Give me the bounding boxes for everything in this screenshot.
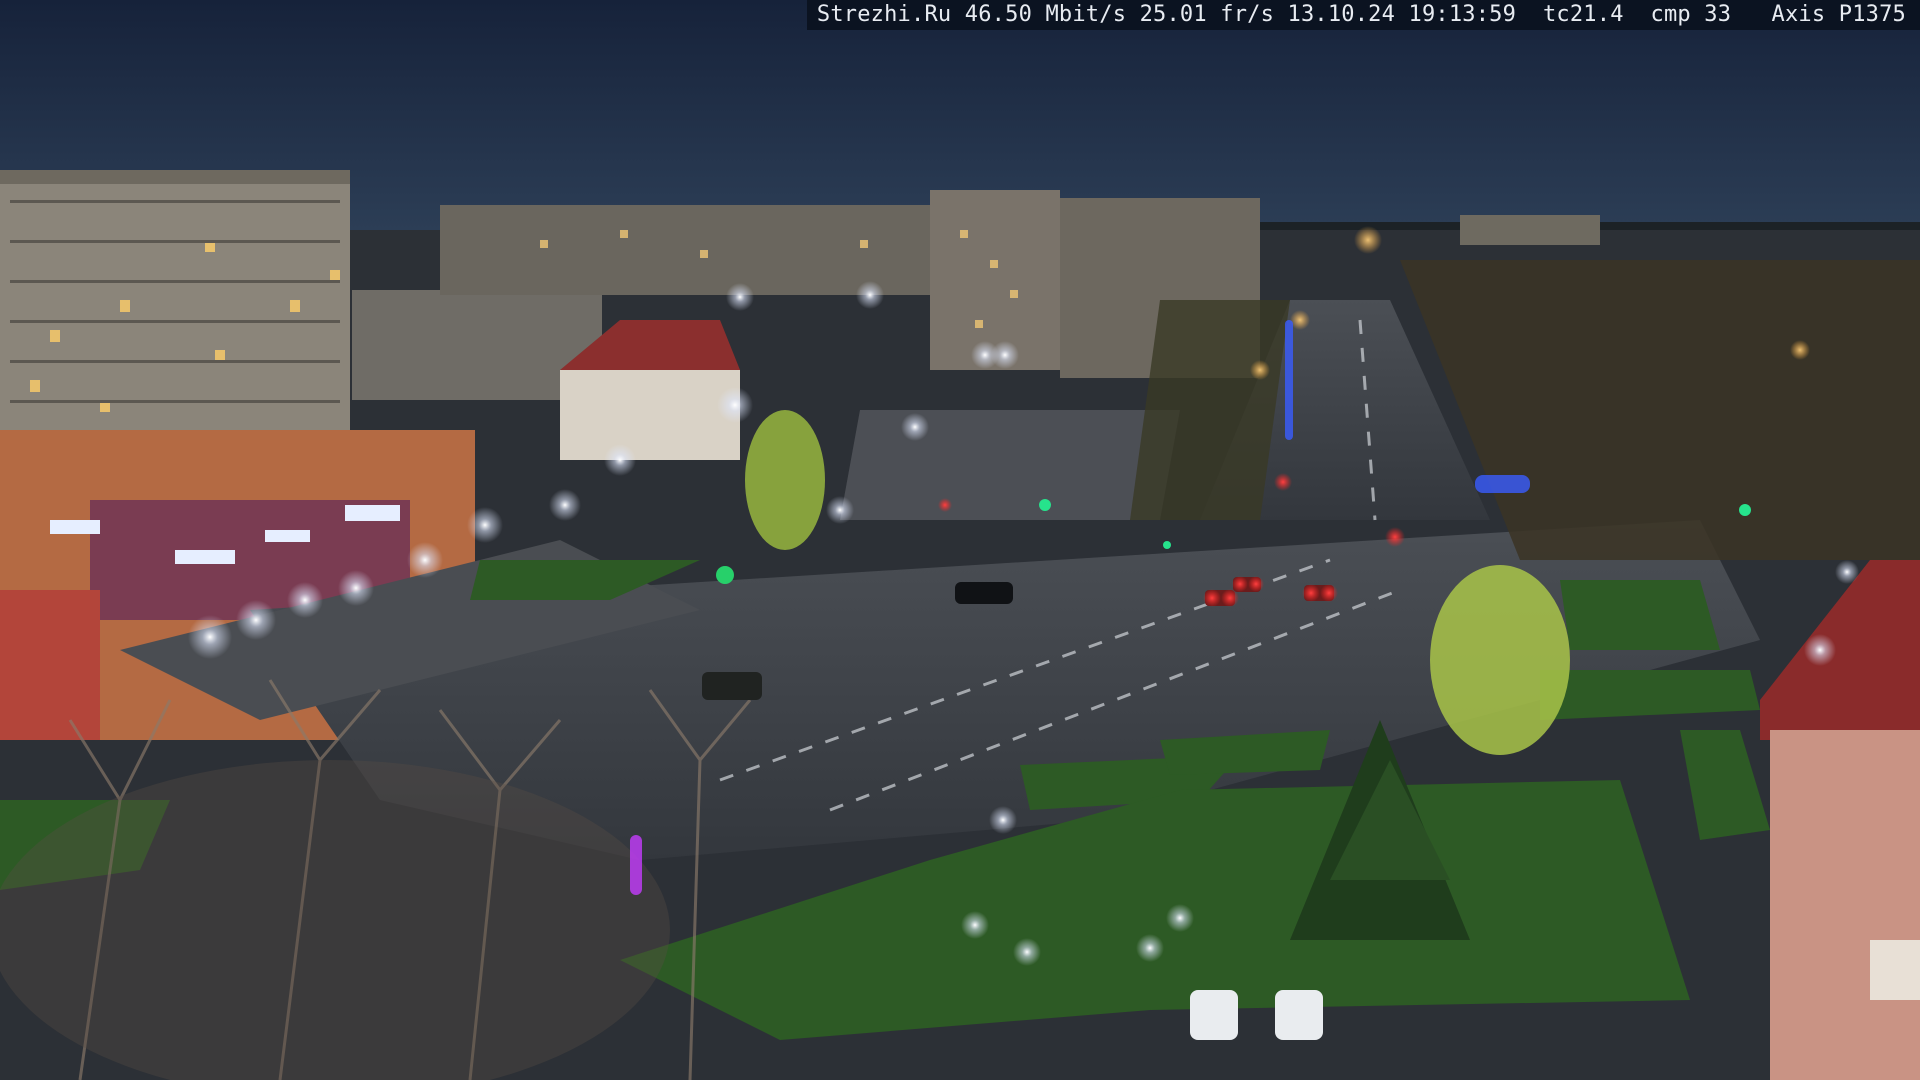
plaza-parking: [840, 410, 1180, 520]
bitrate-readout: 46.50 Mbit/s: [964, 2, 1127, 27]
camera-info-overlay: Strezhi.Ru 46.50 Mbit/s 25.01 fr/s 13.10…: [806, 0, 1920, 30]
webcam-frame: Strezhi.Ru 46.50 Mbit/s 25.01 fr/s 13.10…: [0, 0, 1920, 1080]
distant-buildings: [440, 205, 1000, 295]
camera-model: Axis P1375: [1771, 2, 1906, 27]
lit-birch-tree: [1430, 565, 1570, 755]
framerate-readout: 25.01 fr/s: [1139, 2, 1275, 27]
date-readout: 13.10.24: [1287, 2, 1396, 27]
night-street-scene: [0, 0, 1920, 1080]
compression-readout: cmp 33: [1650, 2, 1732, 27]
birch-tree-left: [745, 410, 825, 550]
tc-readout: tc21.4: [1542, 2, 1624, 27]
site-name: Strezhi.Ru: [816, 2, 952, 27]
far-right-building: [1460, 215, 1600, 245]
tall-tower-building: [930, 190, 1060, 370]
time-readout: 19:13:59: [1408, 2, 1517, 27]
